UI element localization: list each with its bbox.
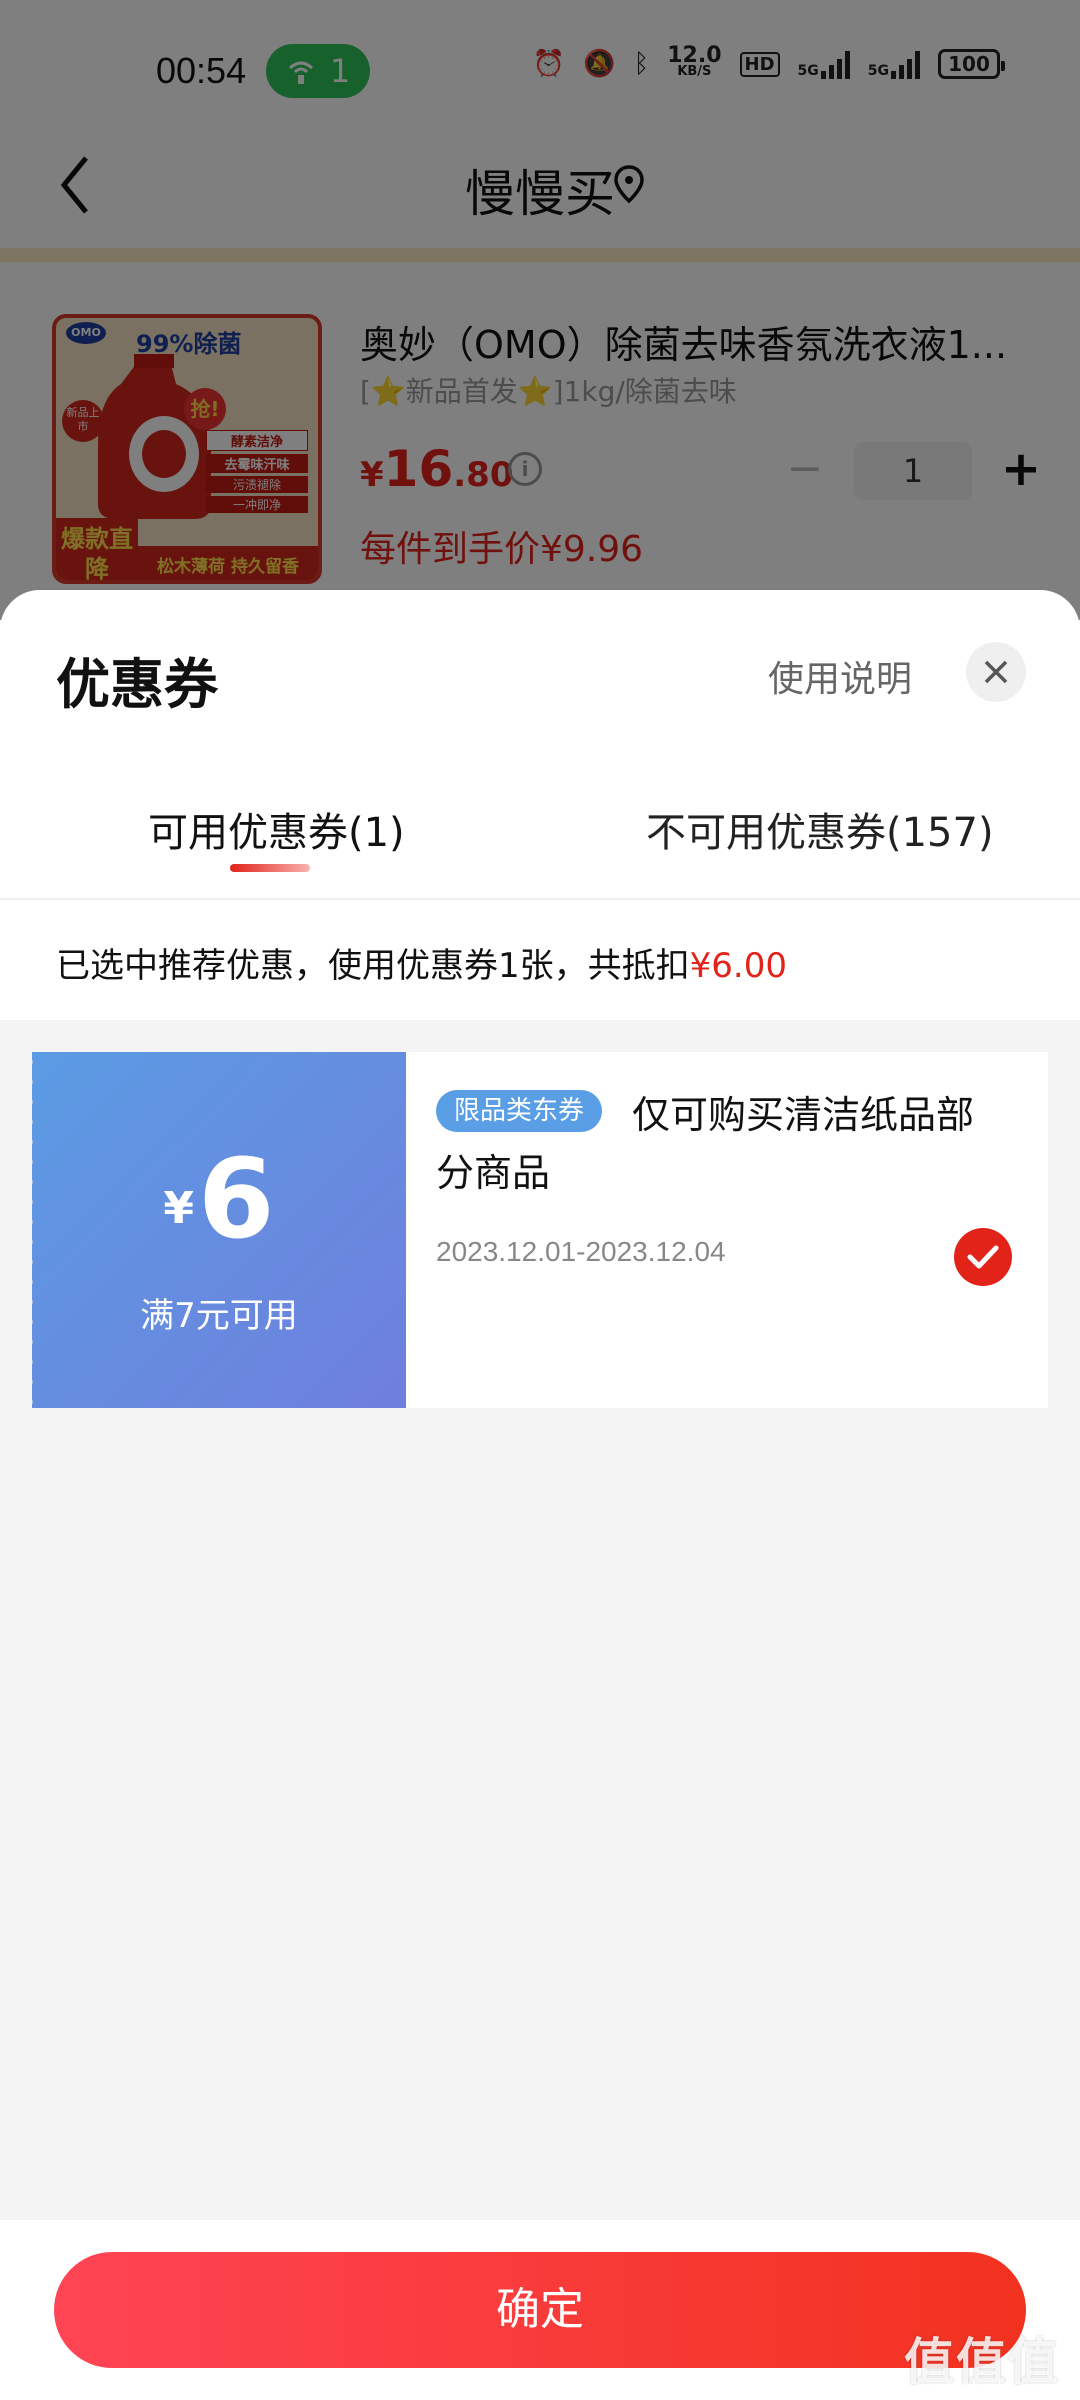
selection-summary: 已选中推荐优惠，使用优惠券1张，共抵扣¥6.00 — [0, 900, 1080, 1020]
watermark-site: zhizhizhi.com — [936, 2378, 1058, 2399]
sheet-title: 优惠券 — [56, 653, 218, 716]
tab-available[interactable]: 可用优惠券(1) — [148, 800, 405, 858]
sheet-header: 优惠券 使用说明 可用优惠券(1) 不可用优惠券(157) — [0, 590, 1080, 900]
close-button[interactable] — [966, 642, 1026, 702]
coupon-card[interactable]: ¥6 满7元可用 仅可购买清洁纸品部分商品 限品类东券 2023.12.01-2… — [32, 1052, 1048, 1408]
coupon-date-range: 2023.12.01-2023.12.04 — [436, 1236, 726, 1267]
summary-text: 已选中推荐优惠，使用优惠券1张，共抵扣 — [56, 946, 690, 986]
active-tab-indicator — [230, 864, 310, 872]
coupon-amount: ¥6 — [163, 1135, 275, 1263]
checkmark-icon — [967, 1245, 999, 1269]
confirm-button[interactable]: 确定 — [54, 2252, 1026, 2368]
coupon-condition: 满7元可用 — [140, 1296, 298, 1336]
modal-overlay[interactable] — [0, 0, 1080, 620]
coupon-select-checkbox[interactable] — [954, 1228, 1012, 1286]
usage-help-link[interactable]: 使用说明 — [768, 650, 912, 702]
coupon-sheet: 优惠券 使用说明 可用优惠券(1) 不可用优惠券(157) 已选中推荐优惠，使用… — [0, 590, 1080, 2400]
coupon-tag: 限品类东券 — [436, 1090, 603, 1132]
tab-unavailable[interactable]: 不可用优惠券(157) — [646, 800, 994, 858]
coupon-value-panel: ¥6 满7元可用 — [32, 1052, 406, 1408]
close-icon — [984, 660, 1008, 684]
summary-amount: ¥6.00 — [689, 946, 787, 986]
